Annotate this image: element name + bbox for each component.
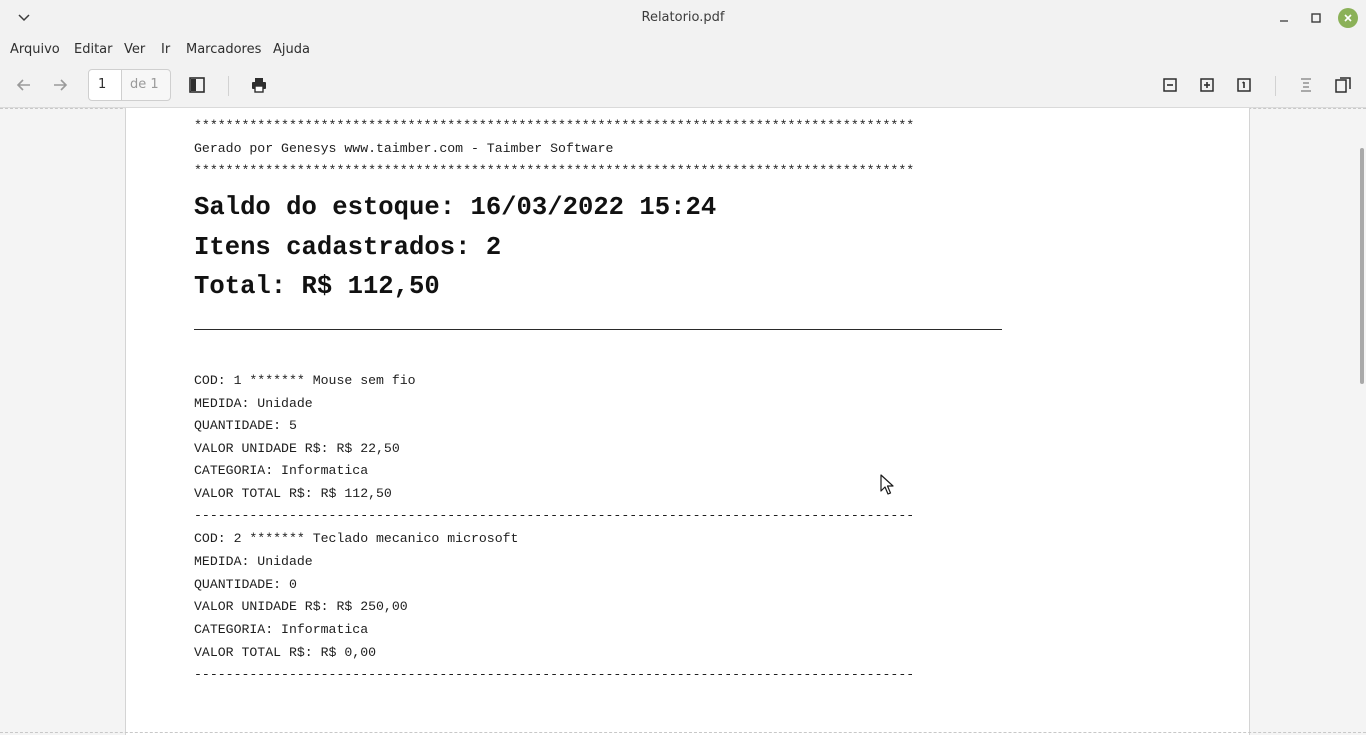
menu-ir[interactable]: Ir — [161, 42, 170, 57]
forward-arrow-icon[interactable] — [48, 73, 72, 97]
document-viewer[interactable]: ****************************************… — [0, 108, 1366, 735]
horizontal-rule — [194, 329, 1002, 330]
dual-page-icon[interactable] — [1331, 73, 1355, 97]
menu-arquivo[interactable]: Arquivo — [10, 42, 60, 57]
zoom-in-icon[interactable] — [1195, 73, 1219, 97]
heading-saldo: Saldo do estoque: 16/03/2022 15:24 — [194, 193, 717, 222]
title-bar: Relatorio.pdf — [0, 0, 1366, 36]
page-count-label: de 1 — [121, 69, 171, 101]
item-categoria: CATEGORIA: Informatica — [194, 622, 369, 637]
pdf-page: ****************************************… — [125, 108, 1250, 735]
dashed-separator: ----------------------------------------… — [194, 508, 915, 523]
continuous-scroll-icon[interactable] — [1294, 73, 1318, 97]
dashed-separator: ----------------------------------------… — [194, 667, 915, 682]
menu-marcadores[interactable]: Marcadores — [186, 42, 261, 57]
sidebar-toggle-icon[interactable] — [185, 73, 209, 97]
back-arrow-icon[interactable] — [12, 73, 36, 97]
toolbar: 1 de 1 — [0, 64, 1366, 108]
menu-ajuda[interactable]: Ajuda — [273, 42, 310, 57]
print-icon[interactable] — [247, 73, 271, 97]
page-bottom-border — [0, 732, 1366, 733]
mouse-pointer-icon — [880, 474, 894, 496]
item-valor-total: VALOR TOTAL R$: R$ 112,50 — [194, 486, 392, 501]
item-cod: COD: 1 ******* Mouse sem fio — [194, 373, 416, 388]
maximize-button[interactable] — [1306, 8, 1326, 28]
item-medida: MEDIDA: Unidade — [194, 396, 313, 411]
minimize-button[interactable] — [1274, 8, 1294, 28]
item-quantidade: QUANTIDADE: 5 — [194, 418, 297, 433]
item-quantidade: QUANTIDADE: 0 — [194, 577, 297, 592]
generated-by-text: Gerado por Genesys www.taimber.com - Tai… — [194, 141, 614, 156]
toolbar-separator — [1275, 76, 1276, 96]
zoom-original-icon[interactable] — [1232, 73, 1256, 97]
item-valor-total: VALOR TOTAL R$: R$ 0,00 — [194, 645, 377, 660]
item-valor-unidade: VALOR UNIDADE R$: R$ 250,00 — [194, 599, 408, 614]
window-title: Relatorio.pdf — [641, 10, 725, 25]
item-medida: MEDIDA: Unidade — [194, 554, 313, 569]
close-button[interactable] — [1338, 8, 1358, 28]
item-cod: COD: 2 ******* Teclado mecanico microsof… — [194, 531, 519, 546]
vertical-scrollbar[interactable] — [1360, 148, 1364, 384]
item-valor-unidade: VALOR UNIDADE R$: R$ 22,50 — [194, 441, 400, 456]
menu-ver[interactable]: Ver — [124, 42, 145, 57]
page-number-input[interactable]: 1 — [88, 69, 122, 101]
item-categoria: CATEGORIA: Informatica — [194, 463, 369, 478]
heading-total: Total: R$ 112,50 — [194, 272, 440, 301]
menu-editar[interactable]: Editar — [74, 42, 113, 57]
heading-itens: Itens cadastrados: 2 — [194, 233, 502, 262]
stars-line: ****************************************… — [194, 163, 915, 178]
zoom-out-icon[interactable] — [1158, 73, 1182, 97]
toolbar-separator — [228, 76, 229, 96]
stars-line: ****************************************… — [194, 118, 915, 133]
menu-bar: Arquivo Editar Ver Ir Marcadores Ajuda — [0, 36, 1366, 64]
